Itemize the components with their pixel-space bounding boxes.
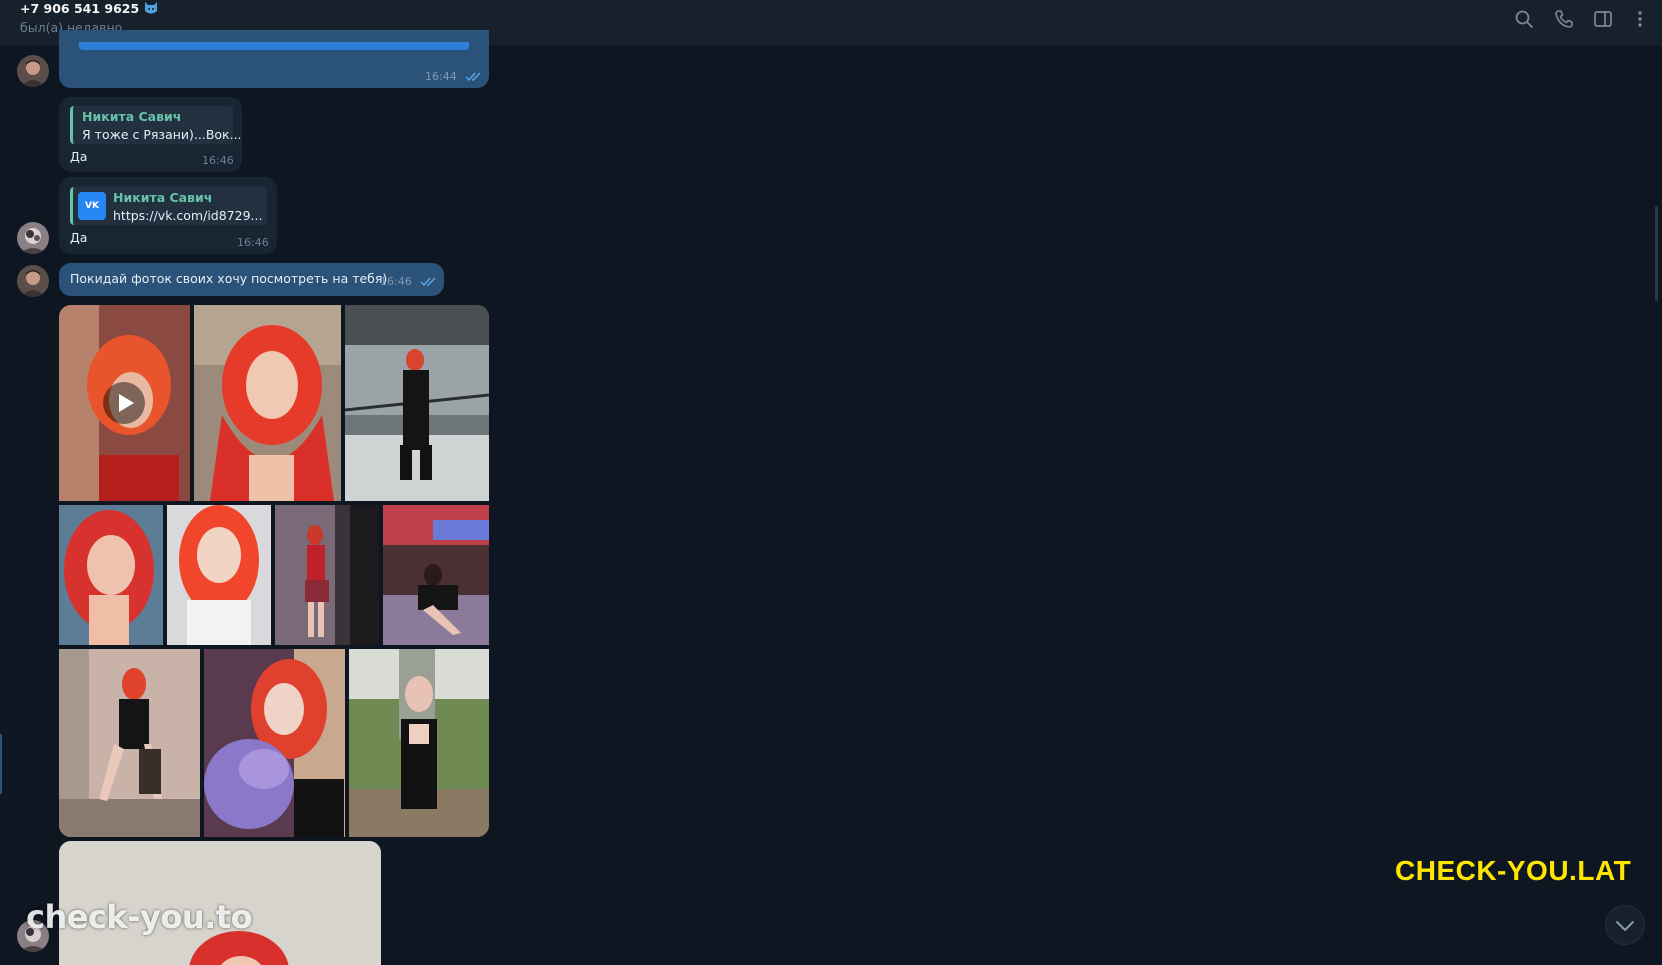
avatar[interactable] <box>17 265 49 297</box>
reply-text: https://vk.com/id8729... <box>113 208 263 223</box>
reply-author: Никита Савич <box>113 190 213 205</box>
album-photo[interactable] <box>59 649 200 837</box>
avatar[interactable] <box>17 55 49 87</box>
more-vertical-icon[interactable] <box>1629 8 1651 30</box>
reply-text: Я тоже с Рязани)...Вок... <box>82 127 242 142</box>
watermark-right: CHECK-YOU.LAT <box>1395 855 1632 886</box>
sidebar-toggle-icon[interactable] <box>1592 8 1614 30</box>
album-photo[interactable] <box>383 505 489 645</box>
album-photo[interactable] <box>275 505 379 645</box>
contact-name[interactable]: +7 906 541 9625 <box>20 1 159 16</box>
album-photo[interactable] <box>204 649 345 837</box>
scroll-to-bottom-button[interactable] <box>1605 905 1645 945</box>
album-video[interactable] <box>59 305 190 501</box>
album-photo[interactable] <box>194 305 341 501</box>
chat-scrollbar[interactable] <box>1655 46 1658 965</box>
chevron-down-icon <box>1616 921 1634 931</box>
vk-logo-icon: VK <box>78 192 106 220</box>
play-icon[interactable] <box>103 382 145 424</box>
message-time: 16:44 <box>425 70 457 83</box>
message-text: Да <box>70 230 88 245</box>
message-time: 16:46 <box>380 275 412 288</box>
album-photo[interactable] <box>59 505 163 645</box>
album-photo[interactable] <box>167 505 271 645</box>
message-time: 16:46 <box>202 154 234 167</box>
double-check-icon <box>465 72 481 82</box>
watermark-left: check-you.to <box>26 898 253 936</box>
reply-quote[interactable]: VK Никита Савич https://vk.com/id8729... <box>70 187 267 225</box>
link-preview-bar <box>79 42 469 50</box>
search-icon[interactable] <box>1513 8 1535 30</box>
message-bubble-incoming[interactable]: VK Никита Савич https://vk.com/id8729...… <box>59 177 277 254</box>
message-time: 16:46 <box>237 236 269 249</box>
message-bubble-outgoing[interactable]: 16:44 <box>59 30 489 88</box>
double-check-icon <box>420 277 436 287</box>
cat-emoji-icon <box>145 2 158 14</box>
message-bubble-incoming[interactable]: Никита Савич Я тоже с Рязани)...Вок... Д… <box>59 97 242 172</box>
folder-indicator <box>0 734 2 794</box>
album-photo[interactable] <box>345 305 489 501</box>
message-text: Покидай фоток своих хочу посмотреть на т… <box>70 271 388 286</box>
message-text: Да <box>70 149 88 164</box>
reply-author: Никита Савич <box>82 109 182 124</box>
reply-quote[interactable]: Никита Савич Я тоже с Рязани)...Вок... <box>70 106 242 144</box>
contact-name-text: +7 906 541 9625 <box>20 1 140 16</box>
phone-icon[interactable] <box>1553 8 1575 30</box>
scroll-thumb[interactable] <box>1655 206 1658 301</box>
album-photo[interactable] <box>349 649 489 837</box>
message-bubble-outgoing[interactable]: Покидай фоток своих хочу посмотреть на т… <box>59 263 444 296</box>
avatar[interactable] <box>17 222 49 254</box>
